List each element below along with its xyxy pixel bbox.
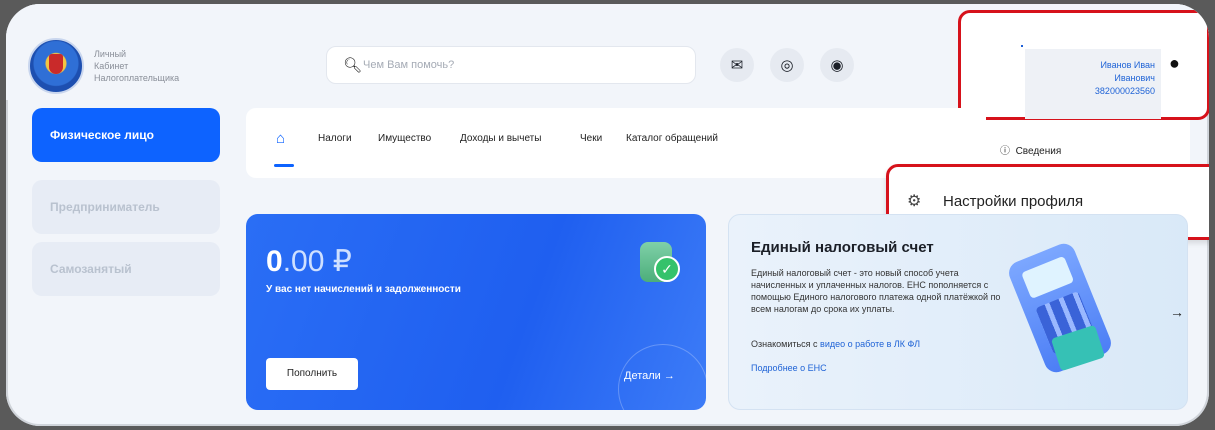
ens-card: Единый налоговый счет Единый налоговый с… xyxy=(728,214,1188,410)
ens-video-line: Ознакомиться с видео о работе в ЛК ФЛ xyxy=(751,339,920,349)
sidebar-item-label: Физическое лицо xyxy=(50,128,155,142)
sidebar-item-entrepreneur[interactable]: Предприниматель xyxy=(32,180,220,234)
tab-property[interactable]: Имущество xyxy=(378,133,431,144)
ens-description: Единый налоговый счет - это новый способ… xyxy=(751,268,1001,314)
profile-name-line1: Иванов Иван xyxy=(1100,60,1155,70)
tab-taxes[interactable]: Налоги xyxy=(318,133,352,144)
brand-line1: Личный xyxy=(94,49,127,59)
balance-amount-rest: .00 ₽ xyxy=(282,245,352,278)
tab-requests-catalog[interactable]: Каталог обращений xyxy=(626,133,718,144)
terminal-screen xyxy=(1021,255,1075,299)
eye-off-icon[interactable]: ◎ xyxy=(770,48,804,82)
brand-line2: Кабинет xyxy=(94,61,129,71)
profile-settings-label: Настройки профиля xyxy=(943,193,1084,210)
mail-icon[interactable]: ✉ xyxy=(720,48,754,82)
profile-name-line2: Иванович xyxy=(1114,73,1155,83)
fns-logo[interactable] xyxy=(28,38,84,94)
user-icon[interactable]: ● xyxy=(1169,53,1180,74)
balance-card: 0.00 ₽ У вас нет начислений и задолженно… xyxy=(246,214,706,410)
ens-title: Единый налоговый счет xyxy=(751,239,934,256)
profile-name-card: Иванов Иван Иванович 382000023560 xyxy=(1025,49,1161,119)
carousel-next-arrow[interactable]: → xyxy=(1170,304,1184,320)
home-icon[interactable]: ⌂ xyxy=(276,130,285,147)
main-nav: ⌂ Налоги Имущество Доходы и вычеты Чеки … xyxy=(246,108,986,178)
lightbulb-icon[interactable]: ◉ xyxy=(820,48,854,82)
app-window: Личный Кабинет Налогоплательщика 🔍︎ Чем … xyxy=(6,4,1209,426)
balance-amount: 0.00 ₽ xyxy=(266,244,352,279)
balance-message: У вас нет начислений и задолженности xyxy=(266,284,461,295)
ens-video-prefix: Ознакомиться с xyxy=(751,339,821,349)
sidebar-item-self-employed[interactable]: Самозанятый xyxy=(32,242,220,296)
gear-icon: ⚙ xyxy=(907,193,922,210)
crest-icon xyxy=(49,54,63,74)
menu-item-info-label: Сведения xyxy=(1015,146,1062,157)
topup-button[interactable]: Пополнить xyxy=(266,358,358,390)
tab-income-deductions[interactable]: Доходы и вычеты xyxy=(460,133,541,144)
profile-name: Иванов Иван Иванович 382000023560 xyxy=(1035,59,1155,98)
details-link[interactable]: Детали → xyxy=(624,370,675,382)
menu-item-info[interactable]: ⓘ Сведения xyxy=(1000,142,1061,157)
search-icon: 🔍︎ xyxy=(343,57,363,74)
tab-receipts[interactable]: Чеки xyxy=(580,133,602,144)
search-placeholder: Чем Вам помочь? xyxy=(363,59,455,71)
check-icon: ✓ xyxy=(654,256,680,282)
profile-block[interactable]: Иванов Иван Иванович 382000023560 ● xyxy=(958,10,1209,120)
dot xyxy=(1021,45,1023,47)
ens-video-link[interactable]: видео о работе в ЛК ФЛ xyxy=(820,339,920,349)
ens-more-link[interactable]: Подробнее о ЕНС xyxy=(751,363,827,373)
profile-inn: 382000023560 xyxy=(1094,86,1155,96)
sidebar-item-label: Самозанятый xyxy=(50,262,132,276)
brand-line3: Налогоплательщика xyxy=(94,73,180,83)
brand-title: Личный Кабинет Налогоплательщика xyxy=(94,48,179,84)
sidebar-item-label: Предприниматель xyxy=(50,200,160,214)
sidebar-item-individual[interactable]: Физическое лицо xyxy=(32,108,220,162)
active-tab-underline xyxy=(274,164,294,167)
search-input[interactable]: 🔍︎ Чем Вам помочь? xyxy=(326,46,696,84)
balance-amount-int: 0 xyxy=(266,245,283,278)
